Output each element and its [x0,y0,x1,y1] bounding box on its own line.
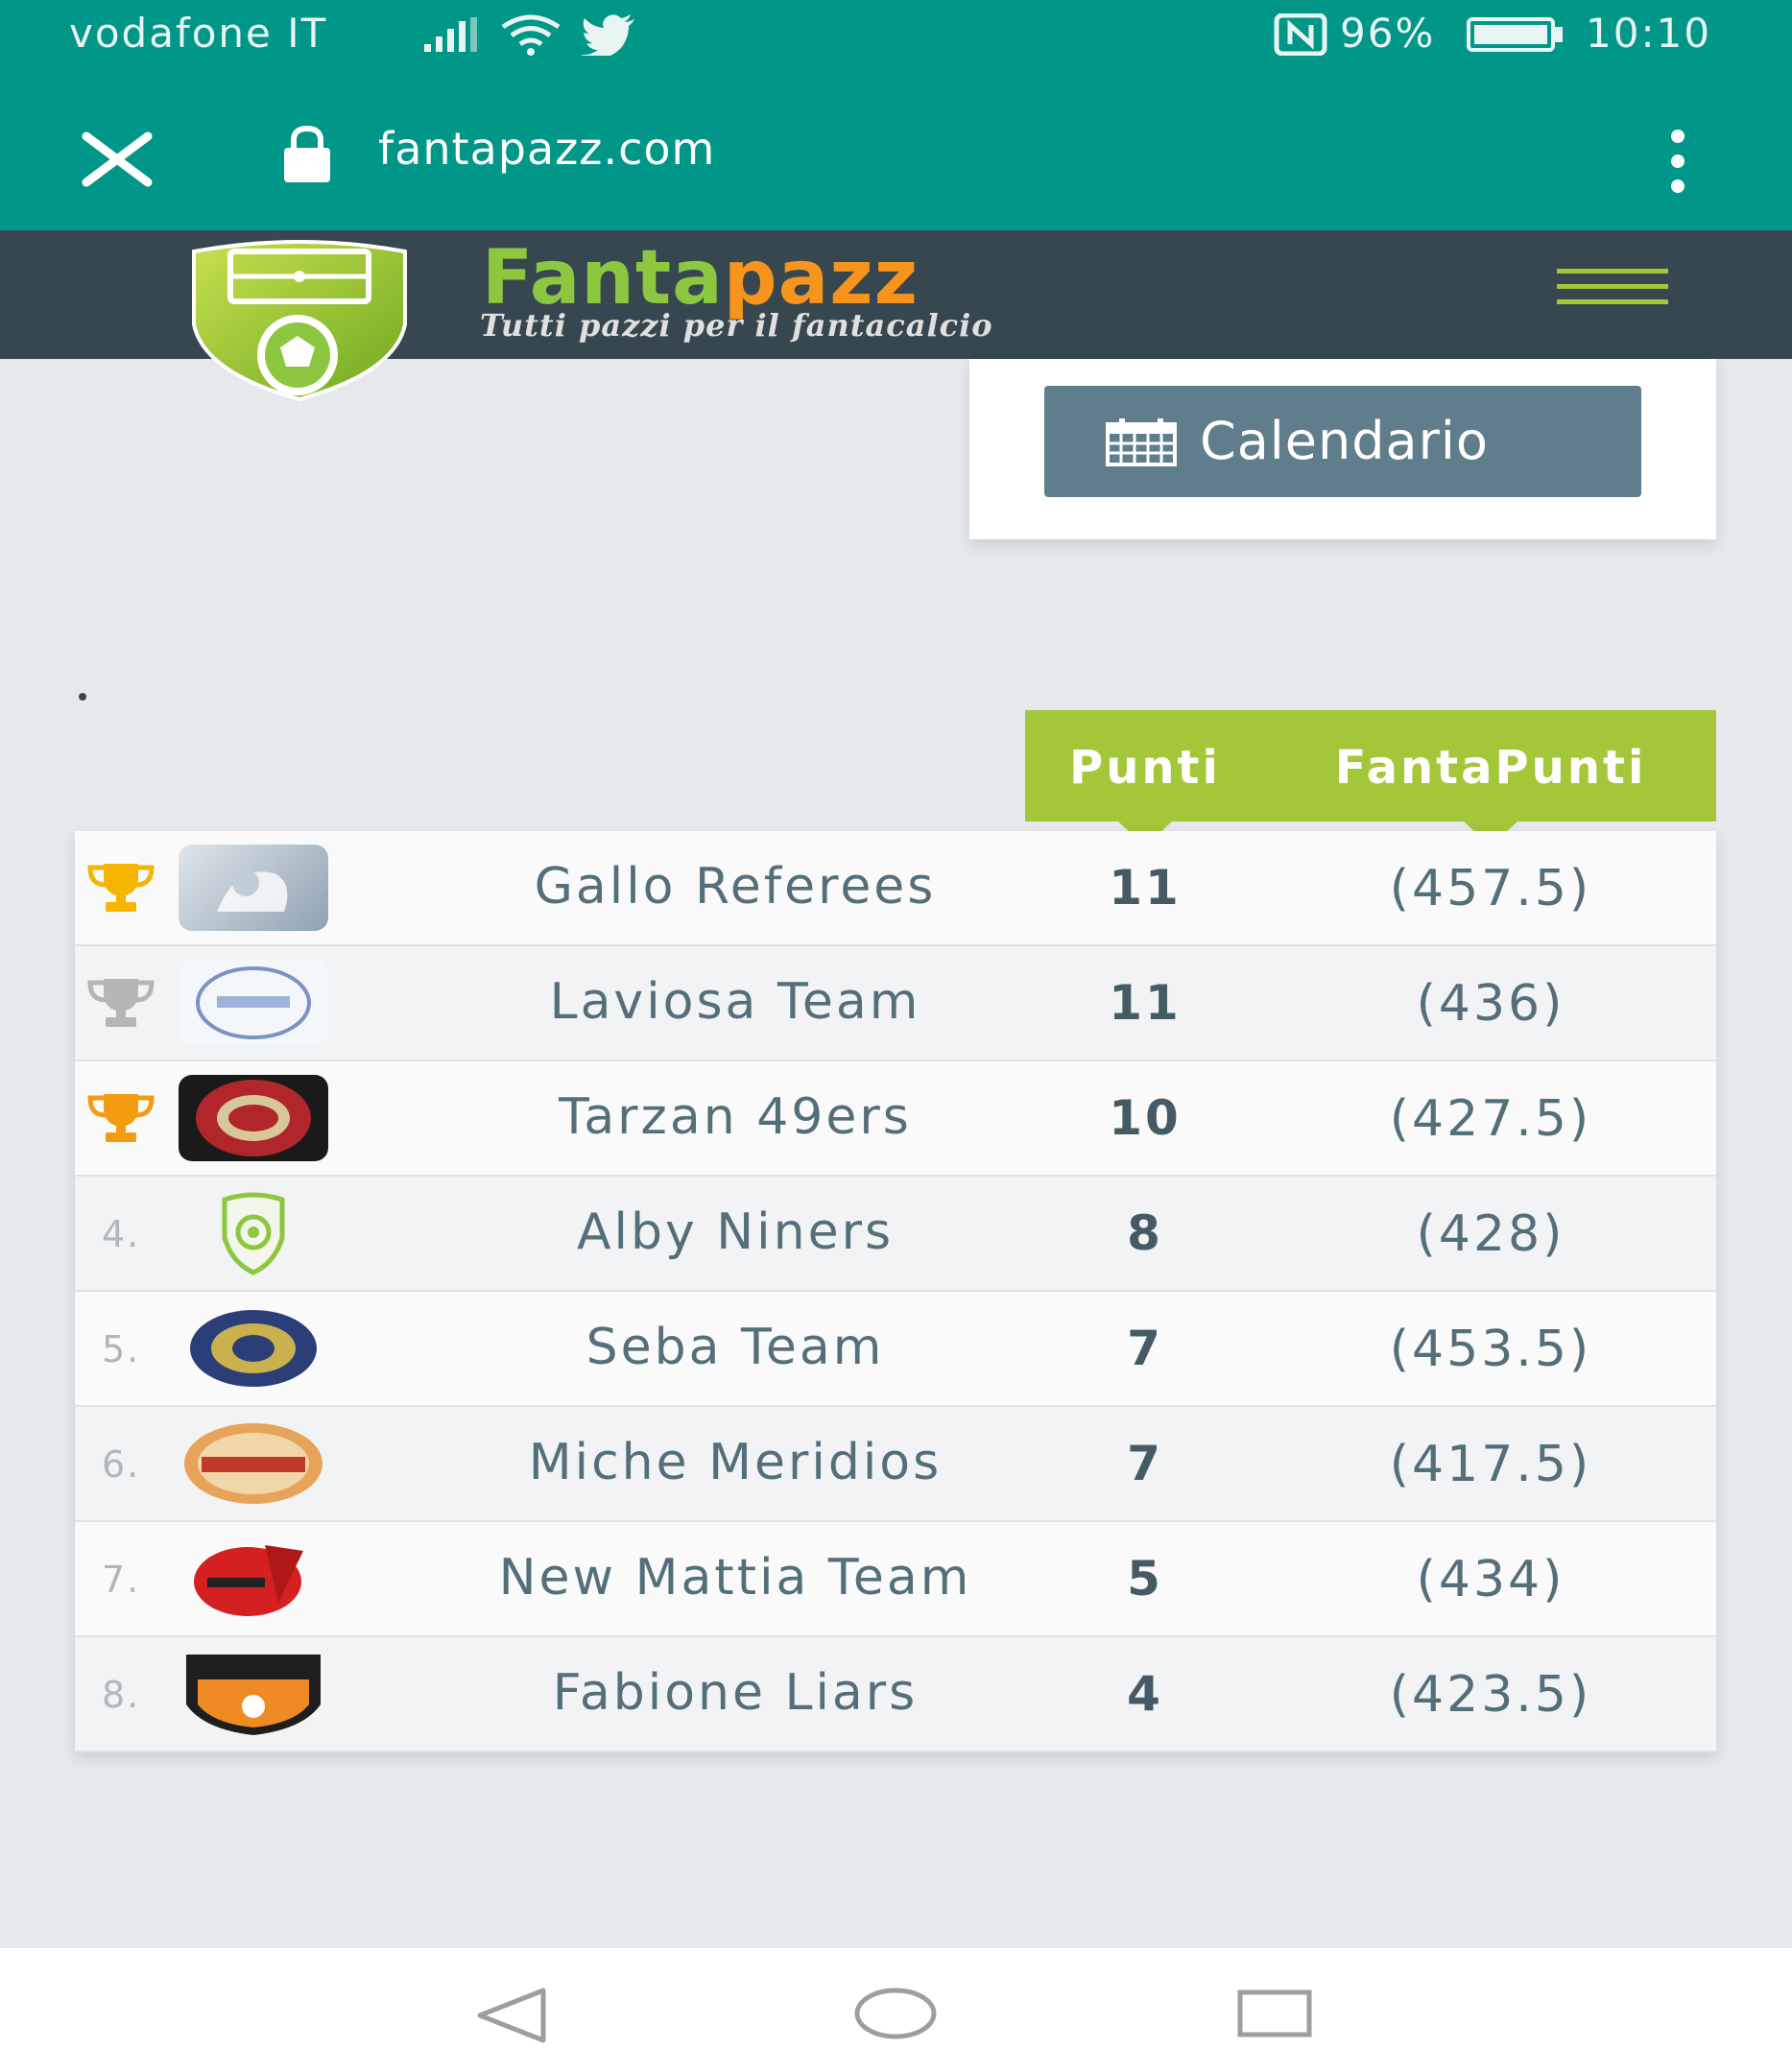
table-row[interactable]: 8. Fabione Liars 4 (423.5) [75,1637,1716,1752]
team-fanta-points: (436) [1416,975,1565,1033]
column-header-fanta-points-label: FantaPunti [1334,741,1647,795]
team-badge [179,1651,328,1737]
team-rank: 8. [102,1674,141,1716]
calendar-card: Calendario [969,359,1716,539]
column-header-points: Punti [1025,710,1265,846]
url-field[interactable]: fantapazz.com [378,123,715,175]
team-points: 7 [1127,1436,1163,1491]
gold-trophy-icon [87,864,155,912]
team-fanta-points: (434) [1416,1551,1565,1608]
team-name[interactable]: Alby Niners [342,1203,1129,1261]
column-header-fanta-points: FantaPunti [1265,710,1716,846]
team-name[interactable]: Fabione Liars [342,1664,1129,1722]
clock: 10:10 [1586,10,1712,57]
site-tagline: Tutti pazzi per il fantacalcio [480,307,993,344]
team-fanta-points: (428) [1416,1205,1565,1263]
site-logo-icon[interactable] [175,238,424,403]
team-rank: 4. [102,1213,141,1255]
more-options-icon[interactable] [1661,123,1695,200]
stray-dot [79,693,86,701]
standings-table: Gallo Referees 11 (457.5) Laviosa Team 1… [75,831,1716,1752]
table-row[interactable]: Tarzan 49ers 10 (427.5) [75,1061,1716,1177]
status-bar: vodafone IT 96% 10:10 [0,0,1792,69]
battery-icon [1467,17,1563,52]
team-name[interactable]: Seba Team [342,1319,1129,1376]
team-fanta-points: (427.5) [1389,1090,1592,1148]
team-fanta-points: (457.5) [1389,860,1592,917]
team-name[interactable]: Gallo Referees [342,858,1129,916]
team-points: 8 [1127,1205,1163,1261]
team-name[interactable]: Laviosa Team [342,973,1129,1031]
table-row[interactable]: 7. New Mattia Team 5 (434) [75,1522,1716,1637]
home-icon[interactable] [852,1985,939,2042]
back-icon[interactable] [474,1987,551,2044]
team-fanta-points: (453.5) [1389,1321,1592,1378]
table-row[interactable]: 5. Seba Team 7 (453.5) [75,1292,1716,1407]
team-badge [179,1075,328,1161]
team-name[interactable]: Miche Meridios [342,1434,1129,1491]
calendar-button[interactable]: Calendario [1044,386,1641,497]
table-row[interactable]: Gallo Referees 11 (457.5) [75,831,1716,946]
calendar-icon [1106,418,1177,466]
nfc-icon [1274,13,1327,56]
close-icon[interactable] [79,119,155,196]
table-row[interactable]: 4. Alby Niners 8 (428) [75,1177,1716,1292]
team-badge [179,960,328,1046]
team-rank: 6. [102,1443,141,1486]
team-points: 11 [1109,860,1182,916]
team-fanta-points: (423.5) [1389,1666,1592,1724]
team-name[interactable]: Tarzan 49ers [342,1088,1129,1146]
calendar-button-label: Calendario [1200,411,1489,471]
hamburger-menu-icon[interactable] [1557,269,1668,313]
team-badge [179,1305,328,1392]
team-points: 5 [1127,1551,1163,1607]
team-badge [179,1536,328,1622]
battery-percentage: 96% [1340,10,1436,57]
wifi-icon [501,14,561,56]
bronze-trophy-icon [87,1094,155,1142]
carrier-name: vodafone IT [69,10,328,57]
lock-icon [284,125,330,182]
team-rank: 5. [102,1328,141,1370]
team-points: 10 [1109,1090,1182,1146]
team-badge [179,845,328,931]
team-rank: 7. [102,1559,141,1601]
team-points: 11 [1109,975,1182,1031]
table-row[interactable]: Laviosa Team 11 (436) [75,946,1716,1061]
system-navigation-bar [0,1948,1792,2072]
recents-icon[interactable] [1236,1989,1313,2038]
team-badge [179,1420,328,1507]
table-row[interactable]: 6. Miche Meridios 7 (417.5) [75,1407,1716,1522]
signal-icon [424,17,477,52]
team-points: 4 [1127,1666,1163,1722]
silver-trophy-icon [87,979,155,1027]
team-points: 7 [1127,1321,1163,1376]
twitter-icon [581,14,634,56]
team-badge [179,1190,328,1276]
team-name[interactable]: New Mattia Team [342,1549,1129,1607]
team-fanta-points: (417.5) [1389,1436,1592,1493]
column-header-points-label: Punti [1069,741,1221,795]
browser-toolbar: fantapazz.com [0,69,1792,230]
